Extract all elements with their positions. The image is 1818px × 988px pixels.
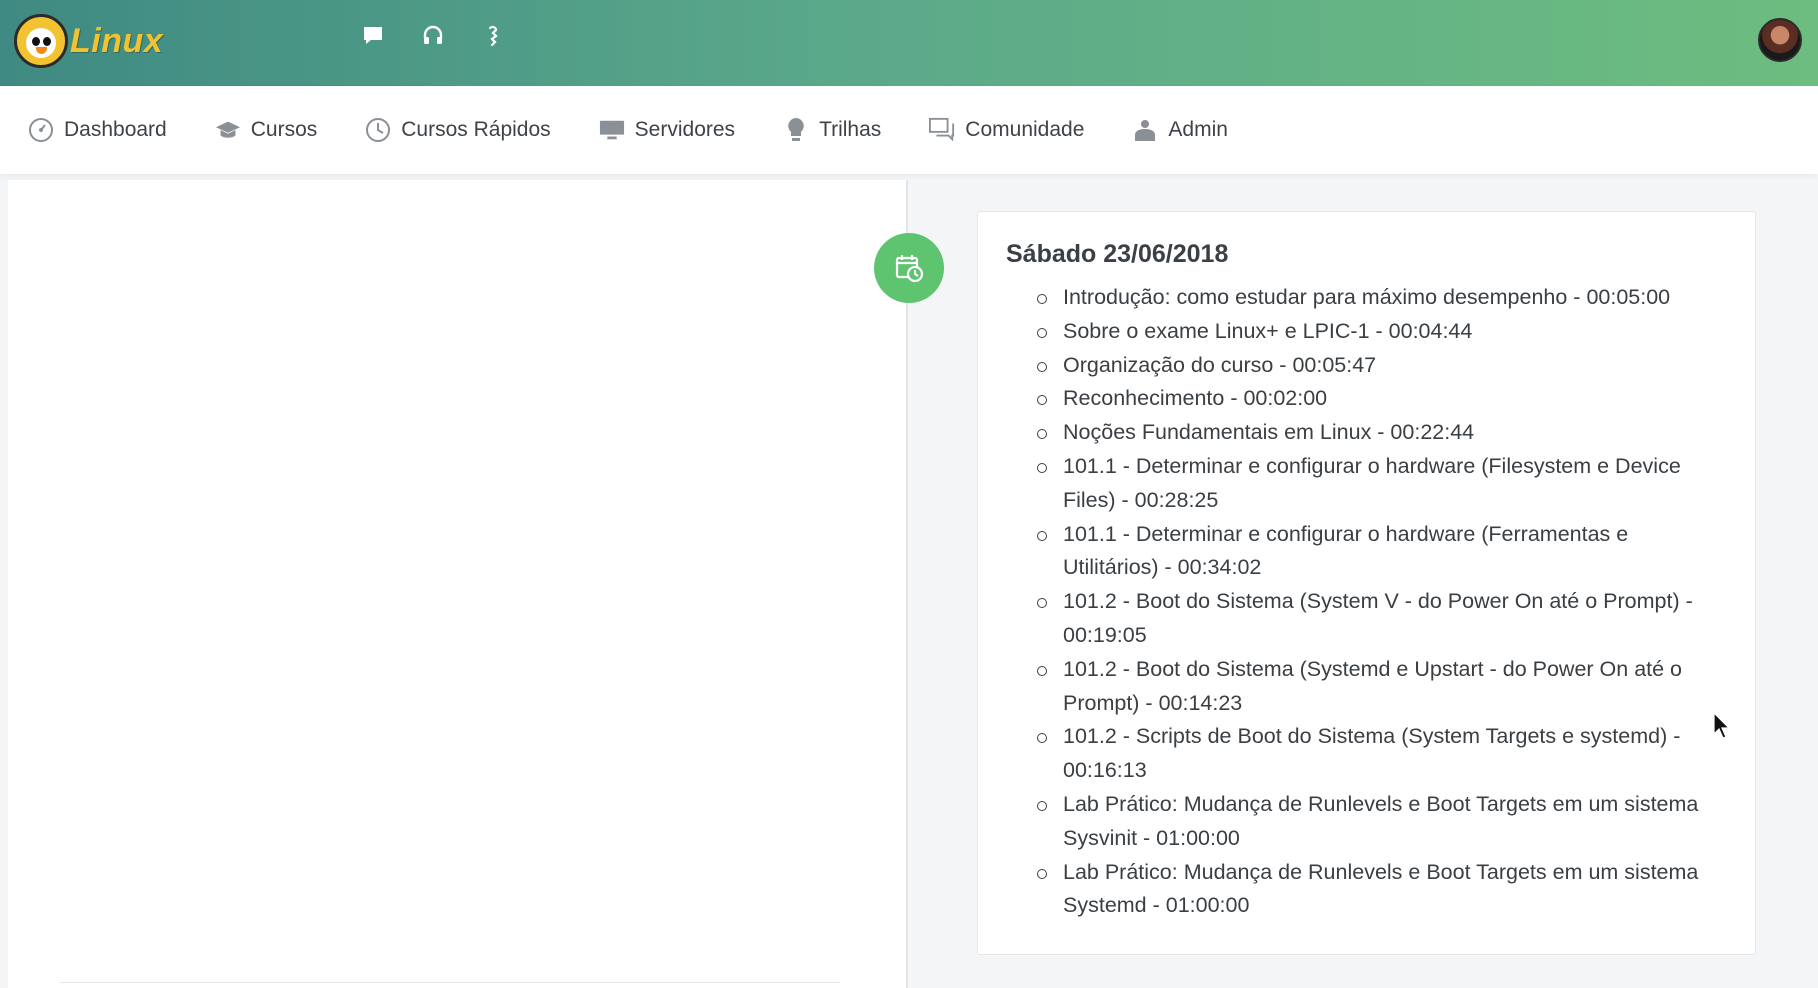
left-panel: [8, 180, 908, 988]
top-bar: Linux: [0, 0, 1818, 86]
admin-icon: [1132, 117, 1158, 143]
logo-text: Linux: [70, 21, 164, 60]
penguin-logo-icon: [14, 14, 68, 68]
list-item: Lab Prático: Mudança de Runlevels e Boot…: [1037, 856, 1725, 924]
nav-item-cursos-rapidos[interactable]: Cursos Rápidos: [365, 117, 551, 143]
list-item: 101.2 - Boot do Sistema (Systemd e Upsta…: [1037, 653, 1725, 721]
lightbulb-icon: [783, 117, 809, 143]
nav-item-trilhas[interactable]: Trilhas: [783, 117, 881, 143]
list-item: Lab Prático: Mudança de Runlevels e Boot…: [1037, 788, 1725, 856]
graduation-cap-icon: [215, 117, 241, 143]
dashboard-gauge-icon: [28, 117, 54, 143]
list-item: Sobre o exame Linux+ e LPIC-1 - 00:04:44: [1037, 315, 1725, 349]
list-item: Organização do curso - 00:05:47: [1037, 349, 1725, 383]
list-item: Noções Fundamentais em Linux - 00:22:44: [1037, 416, 1725, 450]
main-nav: Dashboard Cursos Cursos Rápidos Servidor…: [0, 86, 1818, 174]
list-item: 101.1 - Determinar e configurar o hardwa…: [1037, 450, 1725, 518]
timeline-badge: [874, 233, 944, 303]
user-avatar[interactable]: [1758, 18, 1802, 62]
chat-bubbles-icon: [929, 117, 955, 143]
site-logo[interactable]: Linux: [14, 10, 164, 72]
nav-item-admin[interactable]: Admin: [1132, 117, 1228, 143]
list-item: 101.2 - Scripts de Boot do Sistema (Syst…: [1037, 720, 1725, 788]
hand-icon[interactable]: [480, 22, 506, 50]
nav-label-cursos: Cursos: [250, 118, 318, 141]
nav-label-comunidade: Comunidade: [965, 118, 1085, 141]
nav-item-dashboard[interactable]: Dashboard: [28, 117, 167, 143]
list-item: Reconhecimento - 00:02:00: [1037, 382, 1725, 416]
list-item: Introdução: como estudar para máximo des…: [1037, 281, 1725, 315]
nav-item-cursos[interactable]: Cursos: [215, 117, 318, 143]
mouse-cursor-icon: [1713, 712, 1731, 739]
nav-label-cursos-rapidos: Cursos Rápidos: [401, 118, 551, 141]
nav-item-servidores[interactable]: Servidores: [599, 117, 735, 143]
nav-label-dashboard: Dashboard: [64, 118, 167, 141]
nav-label-servidores: Servidores: [634, 118, 736, 141]
clock-icon: [365, 117, 391, 143]
list-item: 101.1 - Determinar e configurar o hardwa…: [1037, 518, 1725, 586]
calendar-clock-icon: [895, 255, 924, 283]
top-icon-group: [360, 22, 506, 50]
lesson-list: Introdução: como estudar para máximo des…: [1006, 281, 1725, 923]
chat-icon[interactable]: [360, 22, 386, 50]
monitor-icon: [599, 117, 625, 143]
list-item: 101.2 - Boot do Sistema (System V - do P…: [1037, 585, 1725, 653]
nav-item-comunidade[interactable]: Comunidade: [929, 117, 1084, 143]
headset-icon[interactable]: [420, 22, 446, 50]
day-title: Sábado 23/06/2018: [1006, 240, 1229, 268]
nav-label-trilhas: Trilhas: [819, 118, 882, 141]
day-schedule-card: Sábado 23/06/2018 Introdução: como estud…: [977, 211, 1756, 955]
divider: [60, 982, 840, 983]
nav-label-admin: Admin: [1168, 118, 1228, 141]
